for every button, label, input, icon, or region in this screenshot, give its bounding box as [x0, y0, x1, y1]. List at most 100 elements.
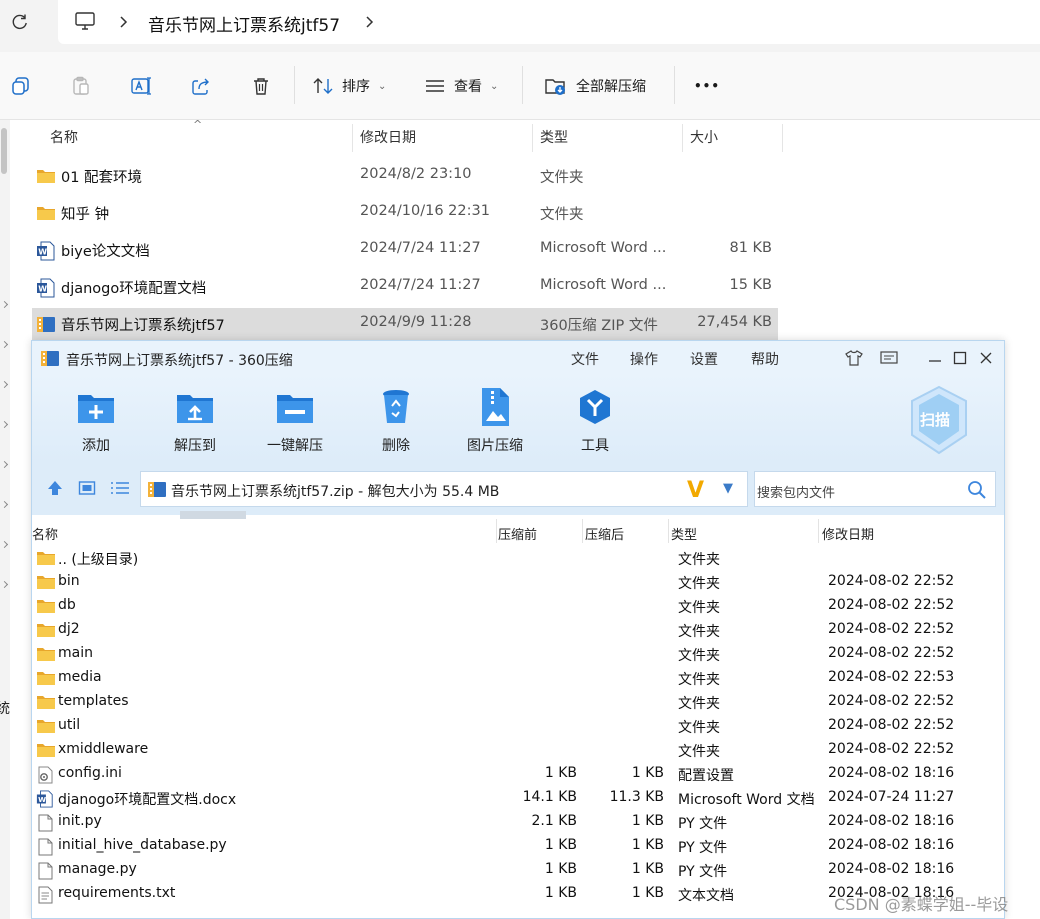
- svg-text:W: W: [38, 795, 46, 804]
- chevron-down-icon[interactable]: ▼: [723, 481, 733, 496]
- more-options-button[interactable]: •••: [694, 72, 720, 100]
- up-level-button[interactable]: [46, 479, 64, 501]
- minimize-button[interactable]: [925, 348, 945, 368]
- file-row[interactable]: 01 配套环境 2024/8/2 23:10 文件夹: [32, 160, 778, 192]
- entry-size-after: 1 KB: [631, 837, 664, 853]
- column-header-after[interactable]: 压缩后: [585, 524, 624, 543]
- archive-row[interactable]: dj2 文件夹 2024-08-02 22:52: [32, 618, 1004, 642]
- zip-window: 音乐节网上订票系统jtf57 - 360压缩 文件 操作 设置 帮助 添加 解压…: [31, 340, 1005, 919]
- archive-row[interactable]: manage.py 1 KB 1 KB PY 文件 2024-08-02 18:…: [32, 858, 1004, 882]
- extract-all-label: 全部解压缩: [576, 79, 646, 95]
- scrollbar-thumb[interactable]: [1, 128, 7, 174]
- archive-row[interactable]: W djanogo环境配置文档.docx 14.1 KB 11.3 KB Mic…: [32, 786, 1004, 810]
- menu-help[interactable]: 帮助: [751, 349, 779, 369]
- entry-date: 2024-08-02 22:52: [828, 645, 955, 661]
- file-type: Microsoft Word ...: [540, 240, 667, 256]
- file-row[interactable]: W djanogo环境配置文档 2024/7/24 11:27 Microsof…: [32, 271, 778, 303]
- menu-operate[interactable]: 操作: [630, 349, 658, 369]
- chevron-right-icon[interactable]: [0, 500, 9, 509]
- sort-button[interactable]: 排序 ⌄: [312, 72, 386, 100]
- entry-name: djanogo环境配置文档.docx: [58, 792, 237, 808]
- folder-icon: [36, 167, 56, 188]
- divider: [582, 519, 583, 543]
- chevron-right-icon[interactable]: [0, 580, 9, 589]
- chevron-right-icon[interactable]: [0, 540, 9, 549]
- maximize-button[interactable]: [950, 348, 970, 368]
- extract-all-button[interactable]: 全部解压缩: [544, 72, 646, 100]
- archive-path-field[interactable]: 音乐节网上订票系统jtf57.zip - 解包大小为 55.4 MB V ▼: [140, 471, 748, 507]
- delete-button[interactable]: [250, 72, 272, 100]
- search-icon[interactable]: [967, 480, 987, 504]
- image-compress-label: 图片压缩: [467, 438, 523, 454]
- folder-icon: [36, 694, 56, 714]
- this-pc-button[interactable]: [74, 10, 96, 36]
- chevron-right-icon[interactable]: [118, 14, 130, 33]
- column-header-type[interactable]: 类型: [671, 524, 697, 543]
- archive-row[interactable]: main 文件夹 2024-08-02 22:52: [32, 642, 1004, 666]
- address-bar[interactable]: 音乐节网上订票系统jtf57: [58, 0, 1040, 44]
- breadcrumb-current[interactable]: 音乐节网上订票系统jtf57: [148, 11, 340, 36]
- column-header-date[interactable]: 修改日期: [822, 524, 874, 543]
- file-date: 2024/10/16 22:31: [360, 203, 490, 219]
- column-header-name[interactable]: 名称: [50, 127, 78, 147]
- archive-row[interactable]: media 文件夹 2024-08-02 22:53: [32, 666, 1004, 690]
- entry-name: media: [58, 669, 102, 685]
- file-row-selected[interactable]: 音乐节网上订票系统jtf57 2024/9/9 11:28 360压缩 ZIP …: [32, 308, 778, 340]
- extract-to-button[interactable]: 解压到: [155, 387, 235, 455]
- file-type: 文件夹: [540, 170, 584, 186]
- chevron-right-icon[interactable]: [0, 420, 9, 429]
- view-label: 查看: [454, 79, 482, 95]
- file-row[interactable]: 知乎 钟 2024/10/16 22:31 文件夹: [32, 197, 778, 229]
- thumbnail-view-button[interactable]: [78, 479, 96, 501]
- column-header-name[interactable]: 名称: [32, 524, 58, 543]
- archive-row[interactable]: db 文件夹 2024-08-02 22:52: [32, 594, 1004, 618]
- entry-date: 2024-07-24 11:27: [828, 789, 955, 805]
- entry-size-after: 11.3 KB: [609, 789, 664, 805]
- column-header-type[interactable]: 类型: [540, 127, 568, 147]
- column-header-size[interactable]: 大小: [690, 127, 718, 147]
- horizontal-scrollbar-thumb[interactable]: [180, 511, 246, 519]
- add-button[interactable]: 添加: [56, 387, 136, 455]
- rename-icon: [131, 77, 151, 95]
- archive-search-input[interactable]: 搜索包内文件: [754, 471, 996, 507]
- archive-row[interactable]: xmiddleware 文件夹 2024-08-02 22:52: [32, 738, 1004, 762]
- v-logo-icon[interactable]: V: [687, 478, 704, 503]
- tools-button[interactable]: 工具: [555, 387, 635, 455]
- archive-row[interactable]: init.py 2.1 KB 1 KB PY 文件 2024-08-02 18:…: [32, 810, 1004, 834]
- file-row[interactable]: W biye论文文档 2024/7/24 11:27 Microsoft Wor…: [32, 234, 778, 266]
- rename-button[interactable]: [130, 72, 152, 100]
- one-click-extract-button[interactable]: 一键解压: [255, 387, 335, 455]
- archive-row[interactable]: initial_hive_database.py 1 KB 1 KB PY 文件…: [32, 834, 1004, 858]
- file-name: 知乎 钟: [61, 207, 110, 223]
- archive-row[interactable]: bin 文件夹 2024-08-02 22:52: [32, 570, 1004, 594]
- entry-type: 文件夹: [678, 672, 720, 688]
- chevron-right-icon[interactable]: [0, 460, 9, 469]
- archive-row[interactable]: util 文件夹 2024-08-02 22:52: [32, 714, 1004, 738]
- skin-button[interactable]: [844, 348, 864, 368]
- chevron-right-icon[interactable]: [0, 300, 9, 309]
- archive-row[interactable]: config.ini 1 KB 1 KB 配置设置 2024-08-02 18:…: [32, 762, 1004, 786]
- scan-button[interactable]: 扫描: [908, 385, 970, 455]
- view-button[interactable]: 查看 ⌄: [424, 72, 498, 100]
- image-compress-button[interactable]: 图片压缩: [455, 387, 535, 455]
- close-button[interactable]: [976, 348, 996, 368]
- chevron-right-icon[interactable]: [364, 14, 376, 33]
- menu-file[interactable]: 文件: [571, 349, 599, 369]
- archive-row[interactable]: .. (上级目录) 文件夹: [32, 546, 1004, 570]
- entry-type: 文本文档: [678, 888, 734, 904]
- chevron-right-icon[interactable]: [0, 340, 9, 349]
- copy-button[interactable]: [10, 72, 32, 100]
- list-view-button[interactable]: [110, 479, 130, 501]
- feedback-button[interactable]: [879, 348, 899, 368]
- delete-button[interactable]: 删除: [356, 387, 436, 455]
- refresh-button[interactable]: [8, 10, 32, 34]
- column-header-date[interactable]: 修改日期: [360, 127, 416, 147]
- paste-button[interactable]: [70, 72, 92, 100]
- column-header-before[interactable]: 压缩前: [498, 524, 537, 543]
- chevron-down-icon: ⌄: [378, 80, 387, 92]
- archive-row[interactable]: templates 文件夹 2024-08-02 22:52: [32, 690, 1004, 714]
- entry-size-before: 2.1 KB: [531, 813, 578, 829]
- share-button[interactable]: [190, 72, 212, 100]
- chevron-right-icon[interactable]: [0, 380, 9, 389]
- menu-settings[interactable]: 设置: [690, 349, 718, 369]
